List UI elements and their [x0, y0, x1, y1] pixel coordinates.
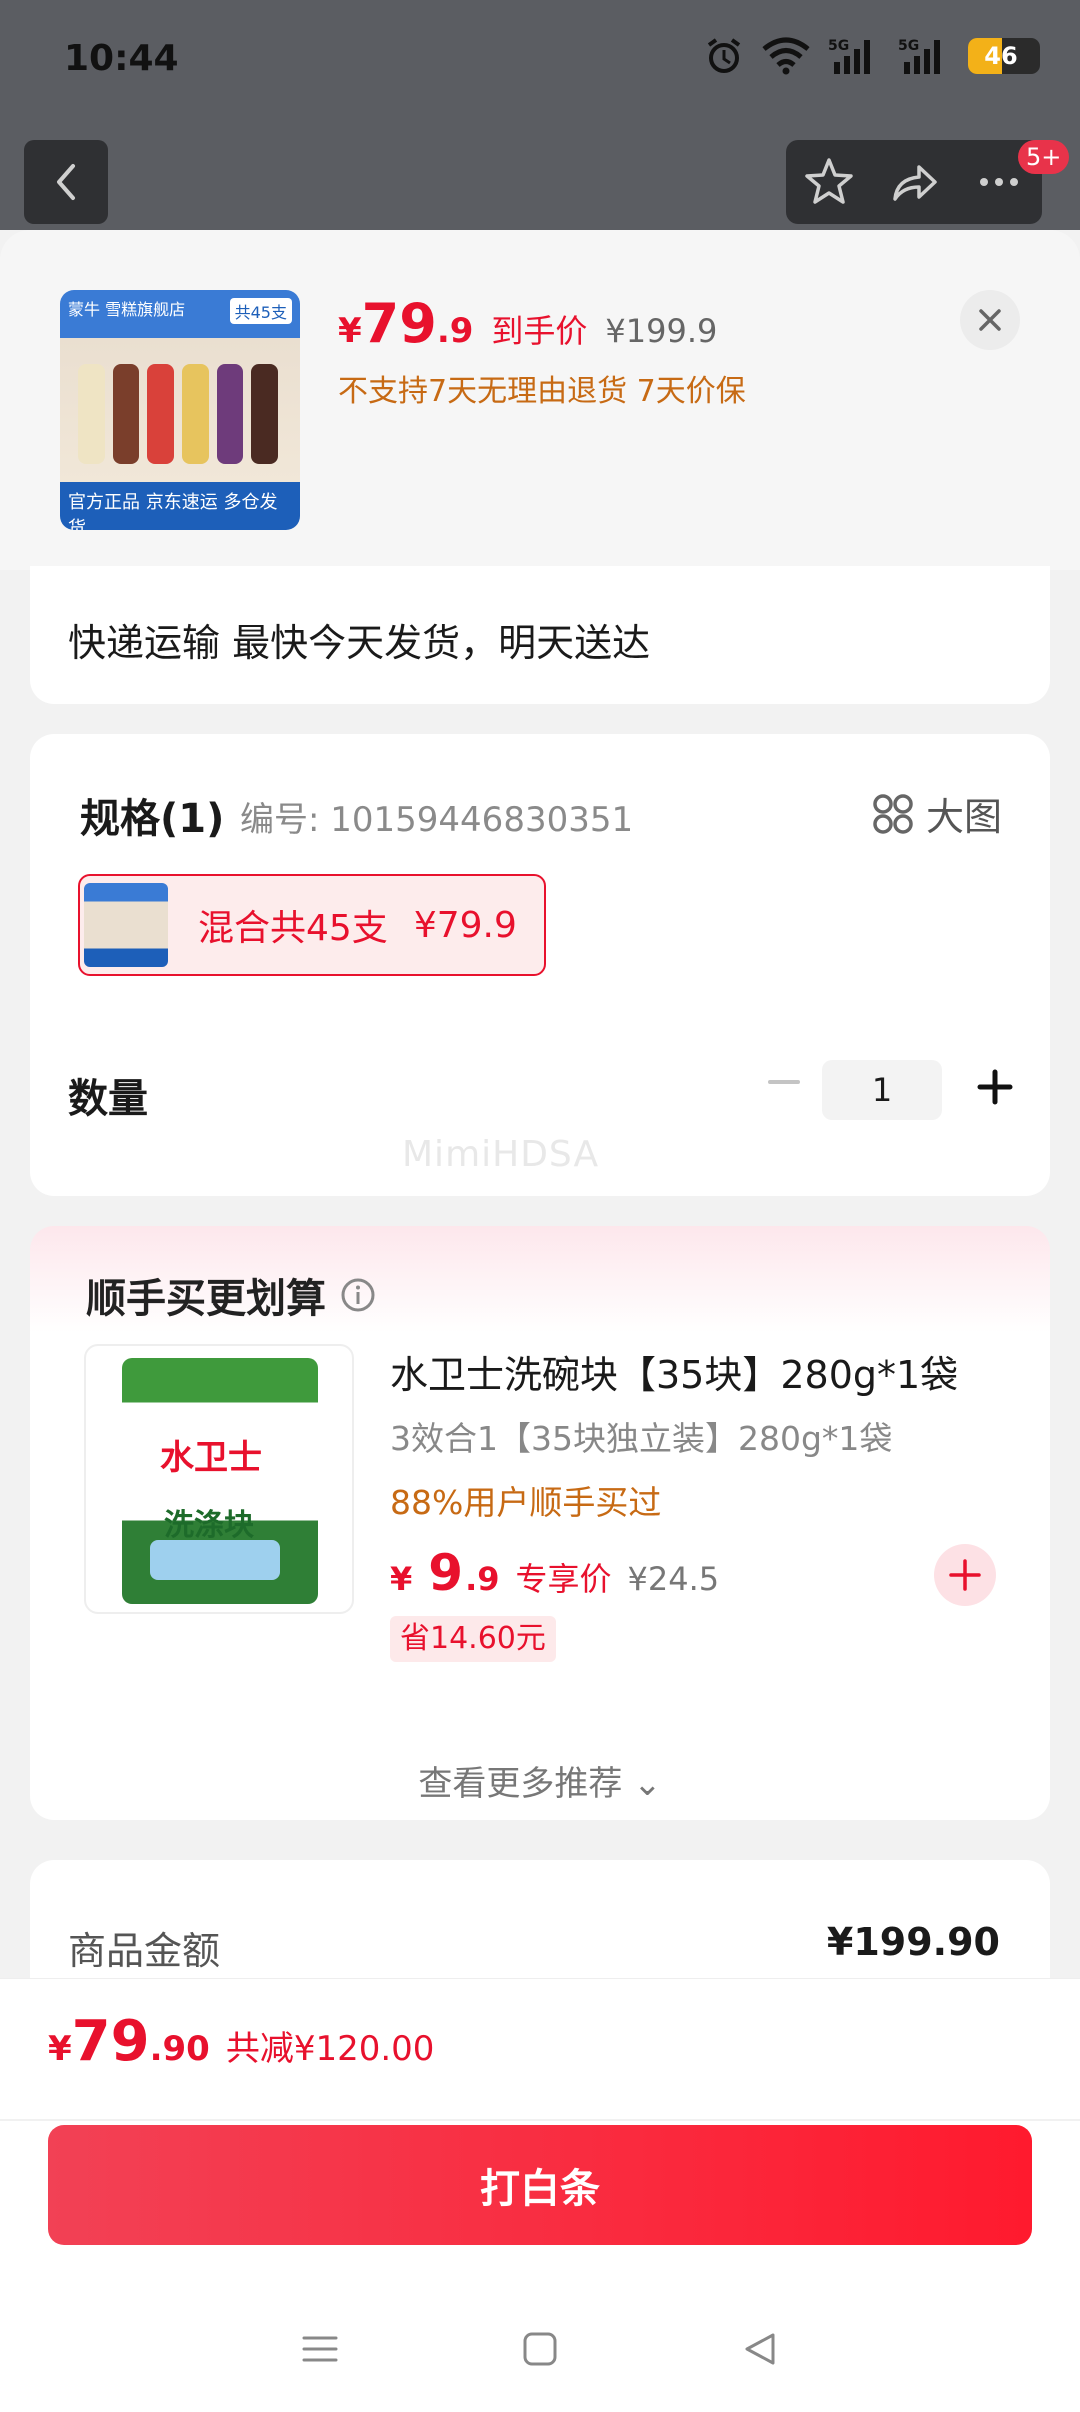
- total-price: ¥ 79 .90 共减¥120.00: [48, 2009, 434, 2074]
- product-type-mark: 洗涤块: [164, 1508, 254, 1543]
- checkout-bar: ¥ 79 .90 共减¥120.00 打白条: [0, 1978, 1080, 2412]
- spec-card: 规格(1) 编号: 10159446830351 大图 混合共45支 ¥79.9…: [30, 734, 1050, 1196]
- upsell-original-price: ¥24.5: [627, 1560, 720, 1598]
- product-thumbnail[interactable]: 蒙牛 雪糕旗舰店 共45支 官方正品 京东速运 多仓发货: [60, 290, 300, 530]
- upsell-card: 顺手买更划算 水卫士 洗涤块 水卫士洗碗块【35块】280g*1袋 3效合1【3…: [30, 1226, 1050, 1820]
- share-icon[interactable]: [887, 155, 941, 209]
- wifi-icon: [762, 37, 810, 75]
- favorite-star-icon[interactable]: [802, 155, 856, 209]
- upsell-title: 顺手买更划算: [86, 1266, 376, 1324]
- upsell-title-text: 顺手买更划算: [86, 1276, 326, 1322]
- chevron-left-icon: [57, 164, 75, 200]
- goods-amount-value: ¥199.90: [826, 1920, 1000, 1964]
- upsell-price-currency: ¥: [390, 1560, 413, 1598]
- pay-with-baitiao-button[interactable]: 打白条: [48, 2125, 1032, 2245]
- total-int: 79: [71, 2009, 150, 2074]
- product-tablet: [150, 1540, 280, 1580]
- svg-text:5G: 5G: [828, 38, 849, 54]
- back-triangle-icon[interactable]: [740, 2329, 780, 2369]
- spec-code: 编号: 10159446830351: [240, 800, 634, 840]
- total-currency: ¥: [48, 2029, 72, 2069]
- upsell-product-name[interactable]: 水卫士洗碗块【35块】280g*1袋: [390, 1344, 958, 1399]
- option-price: ¥79.9: [413, 904, 517, 946]
- quantity-increase-button[interactable]: [960, 1052, 1030, 1122]
- status-icons: 5G 5G 46: [704, 36, 1040, 76]
- upsell-price: ¥ 9 .9 专享价 ¥24.5: [390, 1544, 719, 1602]
- spec-option-selected[interactable]: 混合共45支 ¥79.9: [78, 874, 546, 976]
- product-brand-mark: 水卫士: [160, 1438, 262, 1478]
- message-badge: 5+: [1018, 140, 1070, 174]
- nav-actions: [786, 140, 1042, 224]
- sku-bottom-sheet: 蒙牛 雪糕旗舰店 共45支 官方正品 京东速运 多仓发货 ¥79.9 到手价 ¥…: [0, 230, 1080, 2412]
- upsell-product-image[interactable]: 水卫士 洗涤块: [84, 1344, 354, 1614]
- upsell-price-int: 9: [428, 1544, 464, 1602]
- thumb-ice-creams: [78, 364, 279, 464]
- total-reduction: 共减¥120.00: [225, 2029, 435, 2069]
- sheet-header: 蒙牛 雪糕旗舰店 共45支 官方正品 京东速运 多仓发货 ¥79.9 到手价 ¥…: [0, 230, 1080, 570]
- total-dec: .90: [149, 2029, 210, 2069]
- quantity-input[interactable]: 1: [822, 1060, 942, 1120]
- big-image-toggle[interactable]: 大图: [872, 786, 1002, 841]
- delivery-card: 快递运输 最快今天发货，明天送达: [30, 566, 1050, 704]
- option-thumbnail: [84, 883, 168, 967]
- price-line: ¥79.9 到手价 ¥199.9: [338, 292, 717, 355]
- add-upsell-button[interactable]: [934, 1544, 996, 1606]
- return-policy: 不支持7天无理由退货 7天价保: [338, 374, 746, 409]
- upsell-hint: 88%用户顺手买过: [390, 1483, 662, 1522]
- grid-icon: [873, 793, 913, 834]
- thumb-tag: 共45支: [229, 298, 292, 324]
- thumb-bottom: 官方正品 京东速运 多仓发货: [68, 492, 278, 530]
- system-navigation-bar: [0, 2289, 1080, 2409]
- menu-icon[interactable]: [300, 2329, 340, 2369]
- signal-5g-icon-2: 5G: [898, 38, 940, 74]
- signal-5g-icon-1: 5G: [828, 38, 870, 74]
- quantity-label: 数量: [68, 1076, 148, 1122]
- upsell-price-tag: 专享价: [515, 1560, 612, 1598]
- plus-icon: [977, 1069, 1013, 1105]
- close-icon: [979, 309, 1001, 331]
- more-recommendations-link[interactable]: 查看更多推荐 ⌄: [30, 1756, 1050, 1805]
- option-label: 混合共45支: [198, 908, 388, 949]
- status-bar: 10:44 5G 5G 46: [0, 0, 1080, 120]
- big-image-label: 大图: [925, 795, 1002, 839]
- upsell-product-subtitle: 3效合1【35块独立装】280g*1袋: [390, 1419, 893, 1458]
- battery-level: 46: [984, 42, 1018, 70]
- final-price-tag: 到手价: [491, 312, 588, 350]
- status-time: 10:44: [64, 38, 179, 79]
- plus-icon: [949, 1559, 981, 1591]
- svg-text:5G: 5G: [898, 38, 919, 54]
- goods-amount-label: 商品金额: [68, 1929, 221, 1973]
- battery-icon: 46: [968, 38, 1040, 74]
- minus-icon: [768, 1080, 800, 1084]
- spec-title: 规格(1): [80, 796, 225, 842]
- info-icon[interactable]: [340, 1277, 376, 1313]
- original-price: ¥199.9: [605, 312, 718, 350]
- delivery-text: 快递运输 最快今天发货，明天送达: [68, 621, 651, 665]
- home-icon[interactable]: [520, 2329, 560, 2369]
- quantity-decrease-button[interactable]: [754, 1052, 814, 1112]
- close-button[interactable]: [960, 290, 1020, 350]
- alarm-icon: [707, 38, 741, 73]
- divider: [0, 2119, 1080, 2121]
- final-price: ¥79.9: [338, 292, 474, 355]
- save-badge: 省14.60元: [390, 1616, 556, 1662]
- upsell-price-dec: .9: [465, 1560, 500, 1598]
- watermark: MimiHDSA: [402, 1134, 600, 1175]
- back-button[interactable]: [24, 140, 108, 224]
